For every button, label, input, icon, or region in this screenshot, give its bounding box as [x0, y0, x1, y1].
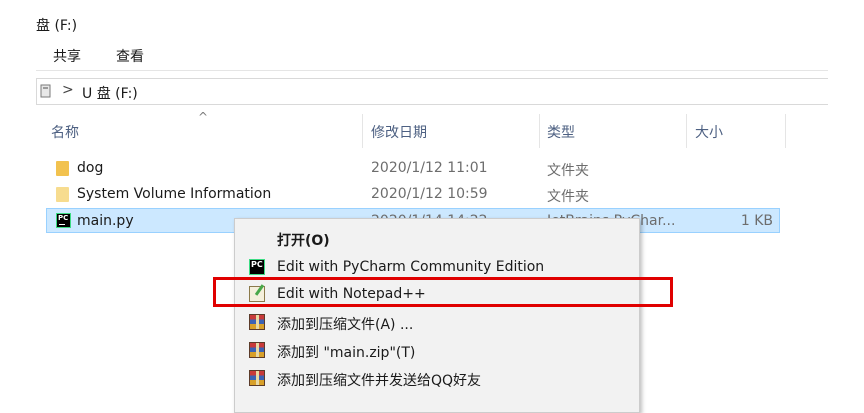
ribbon-tab-view[interactable]: 查看 — [116, 46, 144, 66]
file-date: 2020/1/12 11:01 — [371, 160, 488, 176]
breadcrumb-chevron-icon[interactable]: > — [62, 82, 74, 98]
column-header-type[interactable]: 类型 — [547, 122, 575, 142]
menu-item-label: Edit with PyCharm Community Edition — [277, 259, 545, 275]
sort-ascending-icon: ^ — [198, 110, 209, 124]
highlight-box — [213, 277, 673, 307]
context-menu: 打开(O) PC Edit with PyCharm Community Edi… — [234, 218, 640, 413]
menu-item-label: 打开(O) — [277, 233, 330, 249]
menu-item-add-and-send-qq[interactable]: 添加到压缩文件并发送给QQ好友 — [236, 364, 638, 392]
menu-item-label: 添加到压缩文件并发送给QQ好友 — [277, 373, 482, 389]
ribbon-divider — [36, 70, 828, 71]
ribbon-tab-share[interactable]: 共享 — [53, 46, 81, 66]
winrar-icon — [249, 314, 265, 330]
file-row-system-volume-information[interactable]: System Volume Information 2020/1/12 10:5… — [46, 182, 780, 207]
column-divider[interactable] — [686, 114, 687, 148]
menu-item-label: 添加到压缩文件(A) ... — [277, 317, 414, 333]
column-divider[interactable] — [539, 114, 540, 148]
folder-icon — [56, 161, 69, 176]
menu-item-add-to-main-zip[interactable]: 添加到 "main.zip"(T) — [236, 336, 638, 364]
column-header-name[interactable]: 名称 — [51, 122, 79, 142]
winrar-icon — [249, 342, 265, 358]
file-name: main.py — [77, 213, 134, 229]
file-date: 2020/1/12 10:59 — [371, 186, 488, 202]
column-divider[interactable] — [785, 114, 786, 148]
folder-icon — [56, 187, 69, 202]
column-header-size[interactable]: 大小 — [695, 122, 723, 142]
file-type: 文件夹 — [547, 189, 589, 205]
pycharm-file-icon: PC — [56, 213, 71, 228]
file-row-dog[interactable]: dog 2020/1/12 11:01 文件夹 — [46, 156, 780, 181]
column-divider[interactable] — [362, 114, 363, 148]
window-title: 盘 (F:) — [36, 18, 78, 34]
file-type: 文件夹 — [547, 163, 589, 179]
file-name: System Volume Information — [77, 186, 272, 202]
menu-item-add-to-archive[interactable]: 添加到压缩文件(A) ... — [236, 308, 638, 336]
menu-item-label: 添加到 "main.zip"(T) — [277, 345, 416, 361]
pycharm-icon: PC — [249, 259, 265, 275]
menu-item-open[interactable]: 打开(O) — [236, 224, 638, 252]
column-header-date[interactable]: 修改日期 — [371, 122, 427, 142]
winrar-icon — [249, 370, 265, 386]
breadcrumb-drive[interactable]: U 盘 (F:) — [82, 83, 138, 103]
file-name: dog — [77, 160, 104, 176]
drive-icon — [40, 84, 51, 98]
address-bar[interactable] — [36, 78, 828, 105]
file-size: 1 KB — [740, 213, 773, 229]
